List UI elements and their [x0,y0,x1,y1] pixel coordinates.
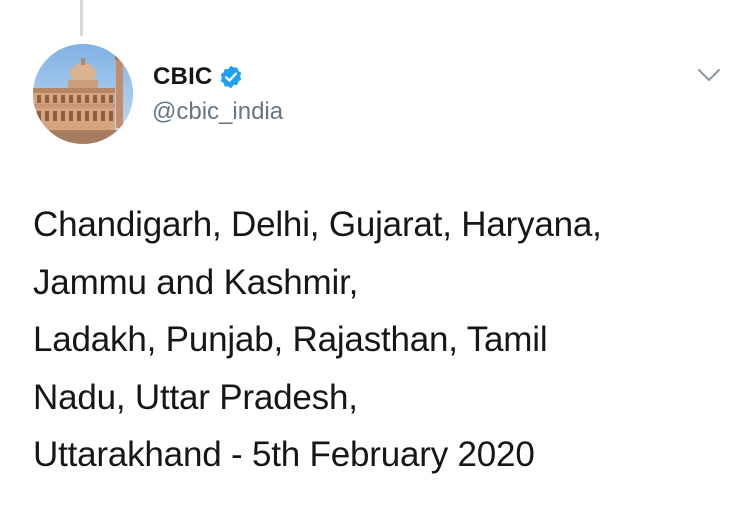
tweet-text-line: Uttarakhand - 5th February 2020 [33,435,535,474]
chevron-down-icon [698,69,720,81]
tweet-text-line: Nadu, Uttar Pradesh, [33,377,358,417]
tweet-text-line: Jammu and Kashmir, [33,262,359,302]
verified-badge-icon [218,64,244,90]
tweet-text: Chandigarh, Delhi, Gujarat, Haryana, Jam… [33,196,733,484]
government-building-avatar-icon [33,44,133,144]
thread-connector-line [80,0,83,36]
tweet-text-line: Chandigarh, Delhi, Gujarat, Haryana, [33,205,602,244]
avatar[interactable] [33,44,133,144]
author-handle[interactable]: @cbic_india [152,98,283,126]
tweet-text-line: Ladakh, Punjab, Rajasthan, Tamil [33,320,548,359]
author-display-name[interactable]: CBIC [153,63,212,91]
author-name-row[interactable]: CBIC [153,62,244,92]
tweet-menu-button[interactable] [694,62,724,88]
